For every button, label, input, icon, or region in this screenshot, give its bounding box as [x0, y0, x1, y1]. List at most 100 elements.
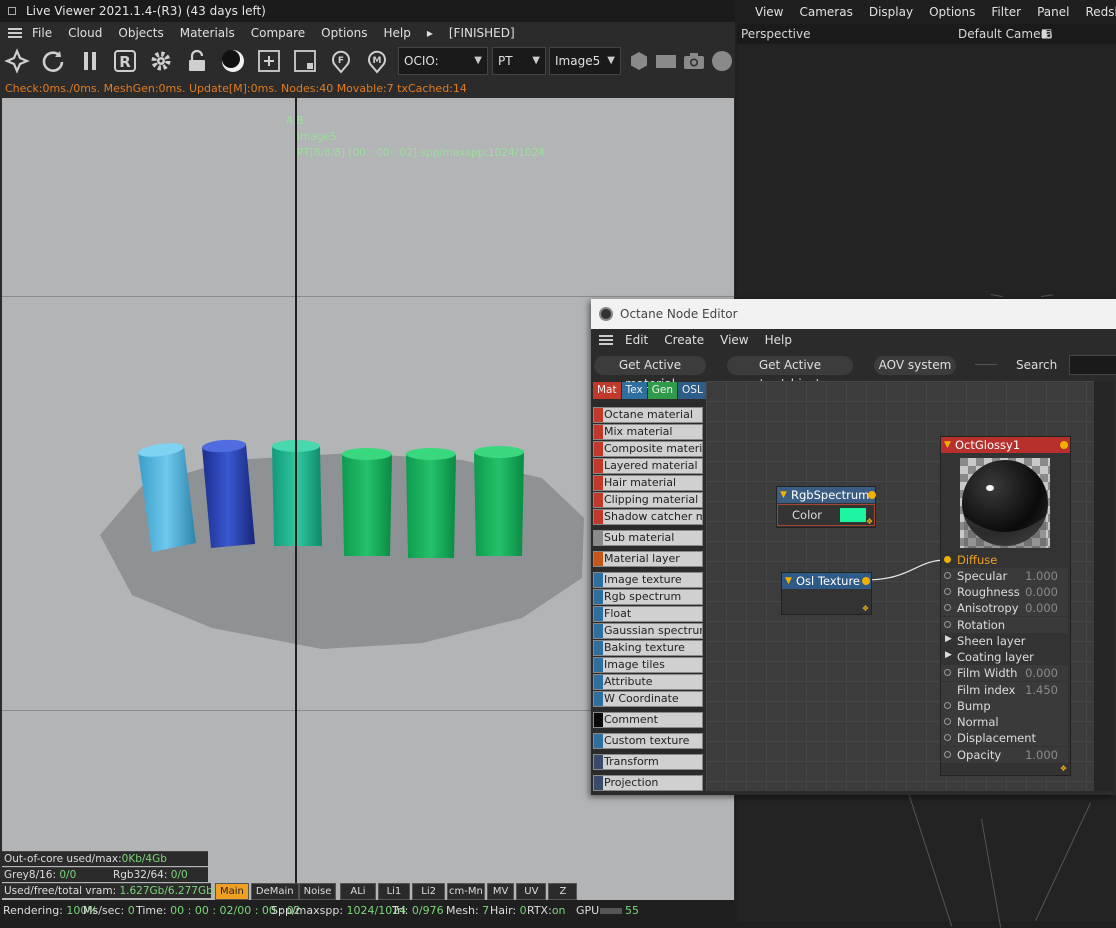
pin-value[interactable]: 1.450 [1025, 683, 1058, 697]
viewport-menu-panel[interactable]: Panel [1037, 5, 1069, 19]
input-pin-dot[interactable] [944, 751, 951, 758]
collapse-triangle-icon[interactable]: ▼ [780, 487, 787, 503]
tab-demain[interactable]: DeMain [250, 882, 299, 900]
color-swatch[interactable] [840, 508, 866, 522]
restart-render-icon[interactable] [40, 48, 66, 74]
hexagon-icon[interactable] [626, 48, 652, 74]
node-list-item[interactable]: Clipping material [593, 492, 703, 508]
pin-opacity[interactable]: Opacity 1.000 [941, 747, 1068, 763]
pin-film-index[interactable]: Film index 1.450 [941, 682, 1068, 698]
pause-icon[interactable] [77, 48, 103, 74]
screen-icon[interactable] [653, 48, 679, 74]
aov-system-button[interactable]: AOV system [874, 356, 956, 375]
menu-objects[interactable]: Objects [118, 26, 163, 40]
output-pin-dot[interactable] [868, 491, 876, 499]
input-pin-dot[interactable] [944, 718, 951, 725]
node-list-item[interactable]: Sub material [593, 530, 703, 546]
viewport-camera-name[interactable]: Default Camera [958, 27, 1053, 41]
tab-uv[interactable]: UV [516, 882, 547, 900]
node-list-item[interactable]: Image texture [593, 572, 703, 588]
pin-coating-layer[interactable]: ▶ Coating layer [941, 649, 1068, 665]
input-pin-dot[interactable] [944, 588, 951, 595]
viewport-menu-filter[interactable]: Filter [991, 5, 1021, 19]
input-pin-dot[interactable] [944, 572, 951, 579]
node-list-item[interactable]: Rgb spectrum [593, 589, 703, 605]
pin-specular[interactable]: Specular 1.000 [941, 568, 1068, 584]
get-active-tag-button[interactable]: Get Active tag/object [727, 356, 853, 391]
lock-icon[interactable] [184, 48, 210, 74]
resize-corner-icon[interactable]: ❖ [1059, 764, 1068, 773]
node-list-item[interactable]: Image tiles [593, 657, 703, 673]
rgbspectrum-node-header[interactable]: ▼ RgbSpectrum [777, 487, 875, 503]
menu-compare[interactable]: Compare [251, 26, 305, 40]
collapse-triangle-icon[interactable]: ▼ [785, 573, 792, 589]
render-mode-select[interactable]: PT ▼ [492, 47, 546, 75]
resize-corner-icon[interactable]: ❖ [861, 604, 870, 613]
input-pin-dot[interactable] [944, 669, 951, 676]
add-region-icon[interactable] [256, 48, 282, 74]
pin-rotation[interactable]: Rotation [941, 617, 1068, 633]
node-list-item[interactable]: Mix material [593, 424, 703, 440]
pin-normal[interactable]: Normal [941, 714, 1068, 730]
osl-texture-node-header[interactable]: ▼ Osl Texture [782, 573, 871, 589]
tab-li1[interactable]: Li1 [377, 882, 411, 900]
node-list-item[interactable]: Layered material [593, 458, 703, 474]
circle-icon[interactable] [709, 48, 735, 74]
pin-bump[interactable]: Bump [941, 698, 1068, 714]
pin-value[interactable]: 1.000 [1025, 748, 1058, 762]
node-graph-canvas[interactable]: ▼ RgbSpectrum Color ❖ ▼ Osl Texture ❖ ▼ … [706, 381, 1094, 791]
node-list-item[interactable]: Transform [593, 754, 703, 770]
category-tab-mat[interactable]: Mat [593, 382, 621, 399]
ne-menu-create[interactable]: Create [664, 333, 704, 347]
region-render-icon[interactable]: R [112, 48, 138, 74]
node-list-item[interactable]: Gaussian spectrum [593, 623, 703, 639]
node-list-item[interactable]: Shadow catcher material [593, 509, 703, 525]
viewport-menu-view[interactable]: View [755, 5, 783, 19]
menu-materials[interactable]: Materials [180, 26, 235, 40]
category-tab-gen[interactable]: Gen [647, 382, 678, 399]
tab-ali[interactable]: ALi [340, 882, 376, 900]
pin-roughness[interactable]: Roughness 0.000 [941, 584, 1068, 600]
node-list-item[interactable]: Attribute [593, 674, 703, 690]
get-active-material-button[interactable]: Get Active material [594, 356, 706, 391]
input-pin-dot[interactable] [944, 621, 951, 628]
viewport-menu-redshift[interactable]: Redshift [1085, 5, 1116, 19]
rgbspectrum-node[interactable]: ▼ RgbSpectrum Color ❖ [776, 486, 876, 528]
node-list-item[interactable]: Baking texture [593, 640, 703, 656]
viewport-menu-display[interactable]: Display [869, 5, 913, 19]
octglossy-node[interactable]: ▼ OctGlossy1 Diffuse Specular 1.000 Roughne… [940, 436, 1071, 776]
menu-help[interactable]: Help [383, 26, 410, 40]
ne-menu-view[interactable]: View [720, 333, 748, 347]
collapse-triangle-icon[interactable]: ▼ [944, 437, 951, 453]
pin-anisotropy[interactable]: Anisotropy 0.000 [941, 600, 1068, 616]
pin-value[interactable]: 0.000 [1025, 666, 1058, 680]
node-list-item[interactable]: Float [593, 606, 703, 622]
send-scene-icon[interactable] [4, 48, 30, 74]
viewport-menu-options[interactable]: Options [929, 5, 975, 19]
viewport-menu-cameras[interactable]: Cameras [799, 5, 852, 19]
material-sphere-icon[interactable] [220, 48, 246, 74]
node-list-item[interactable]: Comment [593, 712, 703, 728]
input-pin-dot[interactable] [944, 556, 951, 563]
node-editor-titlebar[interactable]: Octane Node Editor [591, 299, 1116, 329]
compare-divider-line[interactable] [295, 98, 297, 900]
pin-sheen-layer[interactable]: ▶ Sheen layer [941, 633, 1068, 649]
node-list-item[interactable]: Projection [593, 775, 703, 791]
resize-region-icon[interactable] [292, 48, 318, 74]
pin-film-width[interactable]: Film Width 0.000 [941, 665, 1068, 681]
node-list-item[interactable]: Octane material [593, 407, 703, 423]
material-pick-pin-icon[interactable]: M [364, 48, 390, 74]
osl-texture-node[interactable]: ▼ Osl Texture ❖ [781, 572, 872, 615]
pin-value[interactable]: 1.000 [1025, 569, 1058, 583]
hamburger-menu-icon[interactable] [8, 28, 22, 38]
pin-displacement[interactable]: Displacement [941, 730, 1068, 746]
ne-menu-help[interactable]: Help [765, 333, 792, 347]
expand-triangle-icon[interactable]: ▶ [945, 634, 952, 644]
expand-triangle-icon[interactable]: ▶ [945, 650, 952, 660]
camera-icon[interactable]: ◧ [1041, 26, 1052, 40]
search-input[interactable] [1069, 355, 1116, 375]
menu-file[interactable]: File [32, 26, 52, 40]
image-select[interactable]: Image5 ▼ [549, 47, 621, 75]
tab-noise[interactable]: Noise [298, 882, 337, 900]
pin-value[interactable]: 0.000 [1025, 585, 1058, 599]
